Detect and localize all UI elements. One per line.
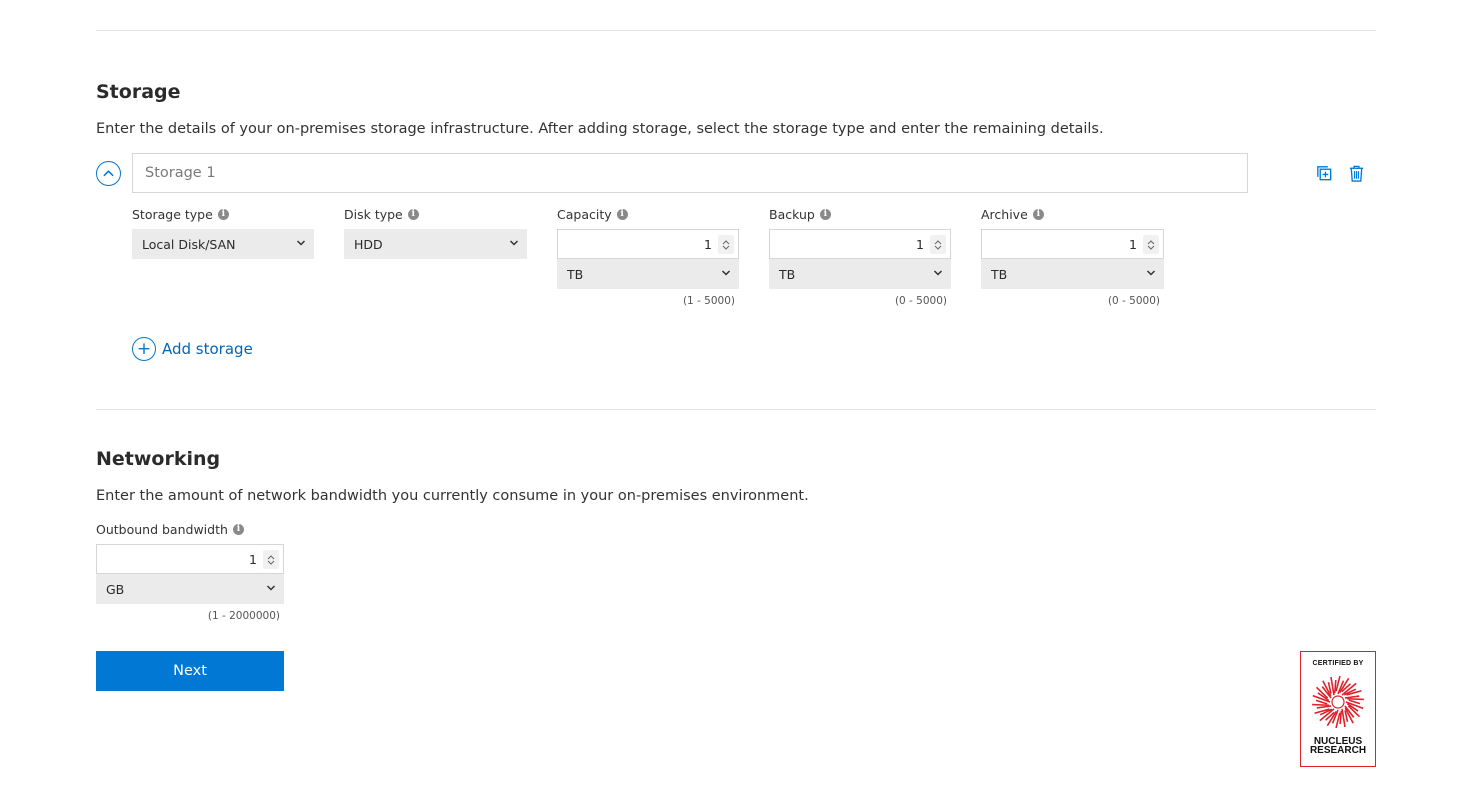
info-icon[interactable]: i	[217, 208, 229, 220]
capacity-range: (1 - 5000)	[682, 295, 735, 307]
outbound-bandwidth-input[interactable]: 1	[96, 544, 284, 574]
backup-input[interactable]: 1	[769, 229, 951, 259]
backup-unit-select[interactable]: TB	[769, 259, 951, 289]
chevron-down-icon	[267, 560, 275, 565]
chevron-down-icon	[509, 240, 519, 246]
info-icon[interactable]: i	[1032, 208, 1044, 220]
chevron-down-icon	[266, 585, 276, 591]
plus-icon: +	[132, 337, 156, 361]
storage-type-field: Storage type i Local Disk/SAN	[132, 206, 314, 259]
archive-unit-select[interactable]: TB	[981, 259, 1164, 289]
nucleus-logo-icon	[1312, 675, 1364, 729]
backup-range: (0 - 5000)	[894, 295, 947, 307]
outbound-bandwidth-unit-select[interactable]: GB	[96, 574, 284, 604]
archive-label: Archive	[981, 206, 1028, 222]
disk-type-select[interactable]: HDD	[344, 229, 527, 259]
add-storage-label: Add storage	[162, 340, 253, 358]
copy-icon	[1316, 165, 1331, 180]
archive-spinner[interactable]	[1143, 235, 1159, 254]
capacity-field: Capacity i 1 TB (1 - 5000)	[557, 206, 739, 307]
storage-type-label: Storage type	[132, 206, 213, 222]
trash-icon	[1349, 165, 1363, 182]
networking-section-description: Enter the amount of network bandwidth yo…	[96, 488, 809, 504]
chevron-down-icon	[1146, 270, 1156, 276]
storage-section-title: Storage	[96, 81, 181, 103]
outbound-bandwidth-label: Outbound bandwidth	[96, 521, 228, 537]
backup-field: Backup i 1 TB (0 - 5000)	[769, 206, 951, 307]
storage-type-select[interactable]: Local Disk/SAN	[132, 229, 314, 259]
chevron-up-icon	[103, 170, 114, 177]
backup-spinner[interactable]	[930, 235, 946, 254]
capacity-spinner[interactable]	[718, 235, 734, 254]
info-icon[interactable]: i	[407, 208, 419, 220]
chevron-down-icon	[933, 270, 943, 276]
archive-range: (0 - 5000)	[1107, 295, 1160, 307]
storage-name-input[interactable]	[132, 153, 1248, 193]
info-icon[interactable]: i	[616, 208, 628, 220]
collapse-storage-button[interactable]	[96, 161, 121, 186]
networking-section-title: Networking	[96, 448, 221, 470]
capacity-label: Capacity	[557, 206, 612, 222]
info-icon[interactable]: i	[232, 523, 244, 535]
chevron-down-icon	[1147, 245, 1155, 250]
chevron-down-icon	[722, 245, 730, 250]
archive-input[interactable]: 1	[981, 229, 1164, 259]
outbound-bandwidth-spinner[interactable]	[263, 550, 279, 569]
disk-type-label: Disk type	[344, 206, 403, 222]
outbound-bandwidth-range: (1 - 2000000)	[207, 610, 280, 622]
top-divider	[96, 30, 1376, 31]
chevron-down-icon	[721, 270, 731, 276]
capacity-input[interactable]: 1	[557, 229, 739, 259]
chevron-down-icon	[296, 240, 306, 246]
add-storage-button[interactable]: + Add storage	[132, 337, 253, 361]
section-divider	[96, 409, 1376, 410]
backup-label: Backup	[769, 206, 815, 222]
archive-field: Archive i 1 TB (0 - 5000)	[981, 206, 1164, 307]
disk-type-field: Disk type i HDD	[344, 206, 527, 259]
next-button[interactable]: Next	[96, 651, 284, 691]
nucleus-research-badge: CERTIFIED BY NUCLEUS RESEARCH	[1300, 651, 1376, 767]
info-icon[interactable]: i	[819, 208, 831, 220]
duplicate-storage-button[interactable]	[1313, 162, 1335, 184]
storage-section-description: Enter the details of your on-premises st…	[96, 121, 1104, 137]
outbound-bandwidth-field: Outbound bandwidth i 1 GB (1 - 2000000)	[96, 521, 284, 622]
delete-storage-button[interactable]	[1345, 162, 1367, 184]
chevron-down-icon	[934, 245, 942, 250]
capacity-unit-select[interactable]: TB	[557, 259, 739, 289]
